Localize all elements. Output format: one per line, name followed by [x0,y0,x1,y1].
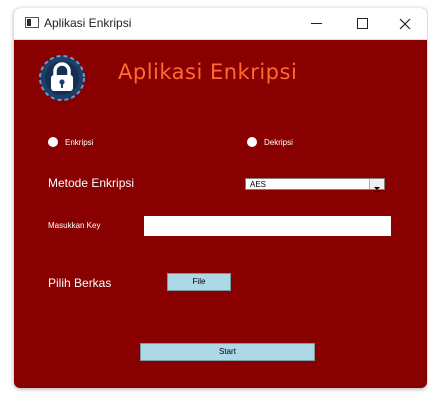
method-select[interactable]: AES [245,178,385,192]
app-title: Aplikasi Enkripsi [118,60,298,84]
maximize-icon [357,18,368,29]
minimize-button[interactable] [294,8,340,39]
close-button[interactable] [382,8,427,39]
radio-dekripsi[interactable] [247,137,257,147]
key-input[interactable] [144,216,391,236]
dropdown-button[interactable] [369,179,384,192]
app-window: Aplikasi Enkripsi Aplikasi Enkripsi Enkr… [14,8,427,388]
method-label: Metode Enkripsi [48,176,135,190]
window-title: Aplikasi Enkripsi [44,16,132,30]
radio-enkripsi[interactable] [48,137,58,147]
file-button[interactable]: File [167,273,231,291]
radio-enkripsi-label[interactable]: Enkripsi [65,138,93,147]
method-selected-value: AES [250,180,267,189]
app-window-icon [25,17,39,28]
minimize-icon [311,23,322,24]
start-button[interactable]: Start [140,343,315,361]
close-icon [399,18,411,30]
file-label: Pilih Berkas [48,276,112,290]
maximize-button[interactable] [339,8,385,39]
chevron-down-icon [374,187,380,192]
padlock-icon [39,55,85,101]
radio-dekripsi-label[interactable]: Dekripsi [264,138,293,147]
key-label: Masukkan Key [48,221,101,230]
title-bar[interactable]: Aplikasi Enkripsi [14,8,427,40]
